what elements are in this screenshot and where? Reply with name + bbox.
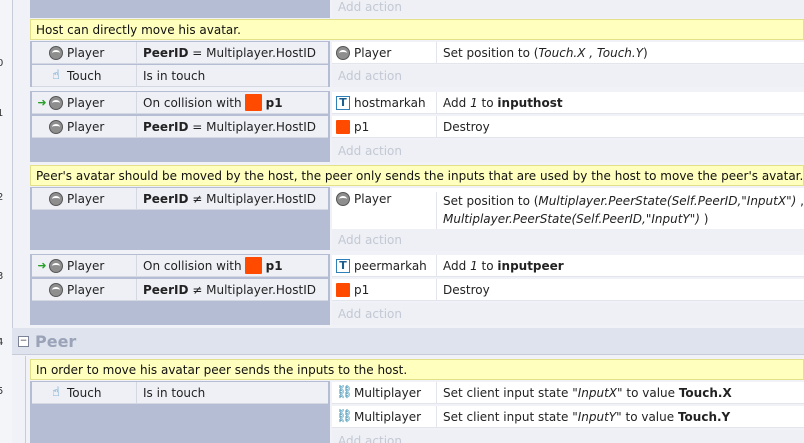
event-13[interactable]: ➜ Player On collision with p1 Player PeerI…	[30, 254, 804, 325]
condition-row[interactable]: ☝ Touch Is in touch	[32, 382, 328, 404]
collapse-toggle[interactable]: −	[18, 335, 29, 347]
event-number: 5	[0, 386, 4, 397]
add-action-link[interactable]: Add action	[332, 140, 804, 162]
gear-icon	[49, 191, 63, 206]
condition-block: ☝ Touch Is in touch	[30, 381, 330, 443]
group-name: Peer	[35, 331, 77, 351]
action-row[interactable]: Player Set position to (Touch.X , Touch.…	[332, 42, 804, 64]
event-number: 2	[0, 192, 4, 203]
touch-icon: ☝	[52, 384, 60, 400]
add-action-link[interactable]: Add action	[332, 65, 804, 87]
action-block: Player Set position to (Multiplayer.Peer…	[332, 187, 804, 251]
action-block: Player Set position to (Touch.X , Touch.…	[332, 41, 804, 87]
action-row[interactable]: p1 Destroy	[332, 279, 804, 301]
event-number: 4	[0, 337, 4, 348]
tree-line	[12, 0, 13, 328]
event-10[interactable]: Player PeerID = Multiplayer.HostID ☝ Touc…	[30, 41, 804, 87]
gear-icon	[336, 45, 350, 60]
condition-row[interactable]: Player PeerID ≠ Multiplayer.HostID	[32, 188, 328, 210]
network-icon: ⛓	[336, 408, 353, 424]
condition-row[interactable]: Player PeerID = Multiplayer.HostID	[32, 116, 328, 138]
condition-block: Player PeerID = Multiplayer.HostID ☝ Touc…	[30, 41, 330, 87]
action-block: ⛓ Multiplayer Set client input state "Inp…	[332, 381, 804, 443]
event-number: 3	[0, 271, 4, 282]
gear-icon	[49, 95, 63, 110]
red-square-icon	[244, 257, 262, 274]
event-sheet: Add action Host can directly move his av…	[0, 0, 804, 443]
text-object-icon: T	[336, 258, 350, 273]
action-row[interactable]: Tpeermarkah Add 1 to inputpeer	[332, 255, 804, 277]
red-square-icon	[336, 119, 350, 134]
action-row[interactable]: ⛓ Multiplayer Set client input state "Inp…	[332, 406, 804, 428]
previous-event-tail: Add action	[30, 0, 804, 18]
event-15[interactable]: ☝ Touch Is in touch ⛓ Multiplayer Set clie…	[30, 381, 804, 443]
comment[interactable]: Host can directly move his avatar.	[30, 19, 804, 40]
action-row[interactable]: Thostmarkah Add 1 to inputhost	[332, 92, 804, 114]
condition-row[interactable]: ➜ Player On collision with p1	[32, 255, 328, 277]
gear-icon	[336, 192, 350, 206]
comment[interactable]: Peer's avatar should be moved by the hos…	[30, 165, 804, 186]
red-square-icon	[244, 94, 262, 111]
event-12[interactable]: Player PeerID ≠ Multiplayer.HostID Playe…	[30, 187, 804, 251]
action-row[interactable]: ⛓ Multiplayer Set client input state "Inp…	[332, 382, 804, 404]
condition-row[interactable]: Player PeerID = Multiplayer.HostID	[32, 42, 328, 64]
action-block: Thostmarkah Add 1 to inputhost p1 Destro…	[332, 91, 804, 162]
gear-icon	[49, 45, 63, 60]
condition-block: ➜ Player On collision with p1 Player PeerI…	[30, 254, 330, 325]
action-row[interactable]: Player Set position to (Multiplayer.Peer…	[332, 188, 804, 234]
gear-icon	[49, 258, 63, 273]
green-arrow-icon: ➜	[37, 96, 47, 109]
comment[interactable]: In order to move his avatar peer sends t…	[30, 359, 804, 380]
event-number: 1	[0, 108, 4, 119]
event-11[interactable]: ➜ Player On collision with p1 Player PeerI…	[30, 91, 804, 162]
add-action-link[interactable]: Add action	[332, 303, 804, 325]
condition-row[interactable]: ☝ Touch Is in touch	[32, 65, 328, 87]
gear-icon	[49, 119, 63, 134]
event-number: 0	[0, 58, 4, 69]
add-action-link[interactable]: Add action	[332, 229, 804, 251]
green-arrow-icon: ➜	[37, 259, 47, 272]
condition-block: Player PeerID ≠ Multiplayer.HostID	[30, 187, 330, 250]
add-action-link[interactable]: Add action	[332, 0, 804, 18]
network-icon: ⛓	[336, 384, 353, 400]
action-block: Tpeermarkah Add 1 to inputpeer p1 Destro…	[332, 254, 804, 325]
event-group-peer[interactable]: − Peer	[12, 328, 804, 355]
condition-row[interactable]: Player PeerID ≠ Multiplayer.HostID	[32, 279, 328, 301]
text-object-icon: T	[336, 95, 350, 110]
condition-block: ➜ Player On collision with p1 Player PeerI…	[30, 91, 330, 162]
touch-icon: ☝	[52, 67, 60, 83]
condition-row[interactable]: ➜ Player On collision with p1	[32, 92, 328, 114]
red-square-icon	[336, 282, 350, 297]
tree-line-group	[25, 356, 26, 443]
gear-icon	[49, 282, 63, 297]
add-action-link[interactable]: Add action	[332, 430, 804, 443]
action-row[interactable]: p1 Destroy	[332, 116, 804, 138]
